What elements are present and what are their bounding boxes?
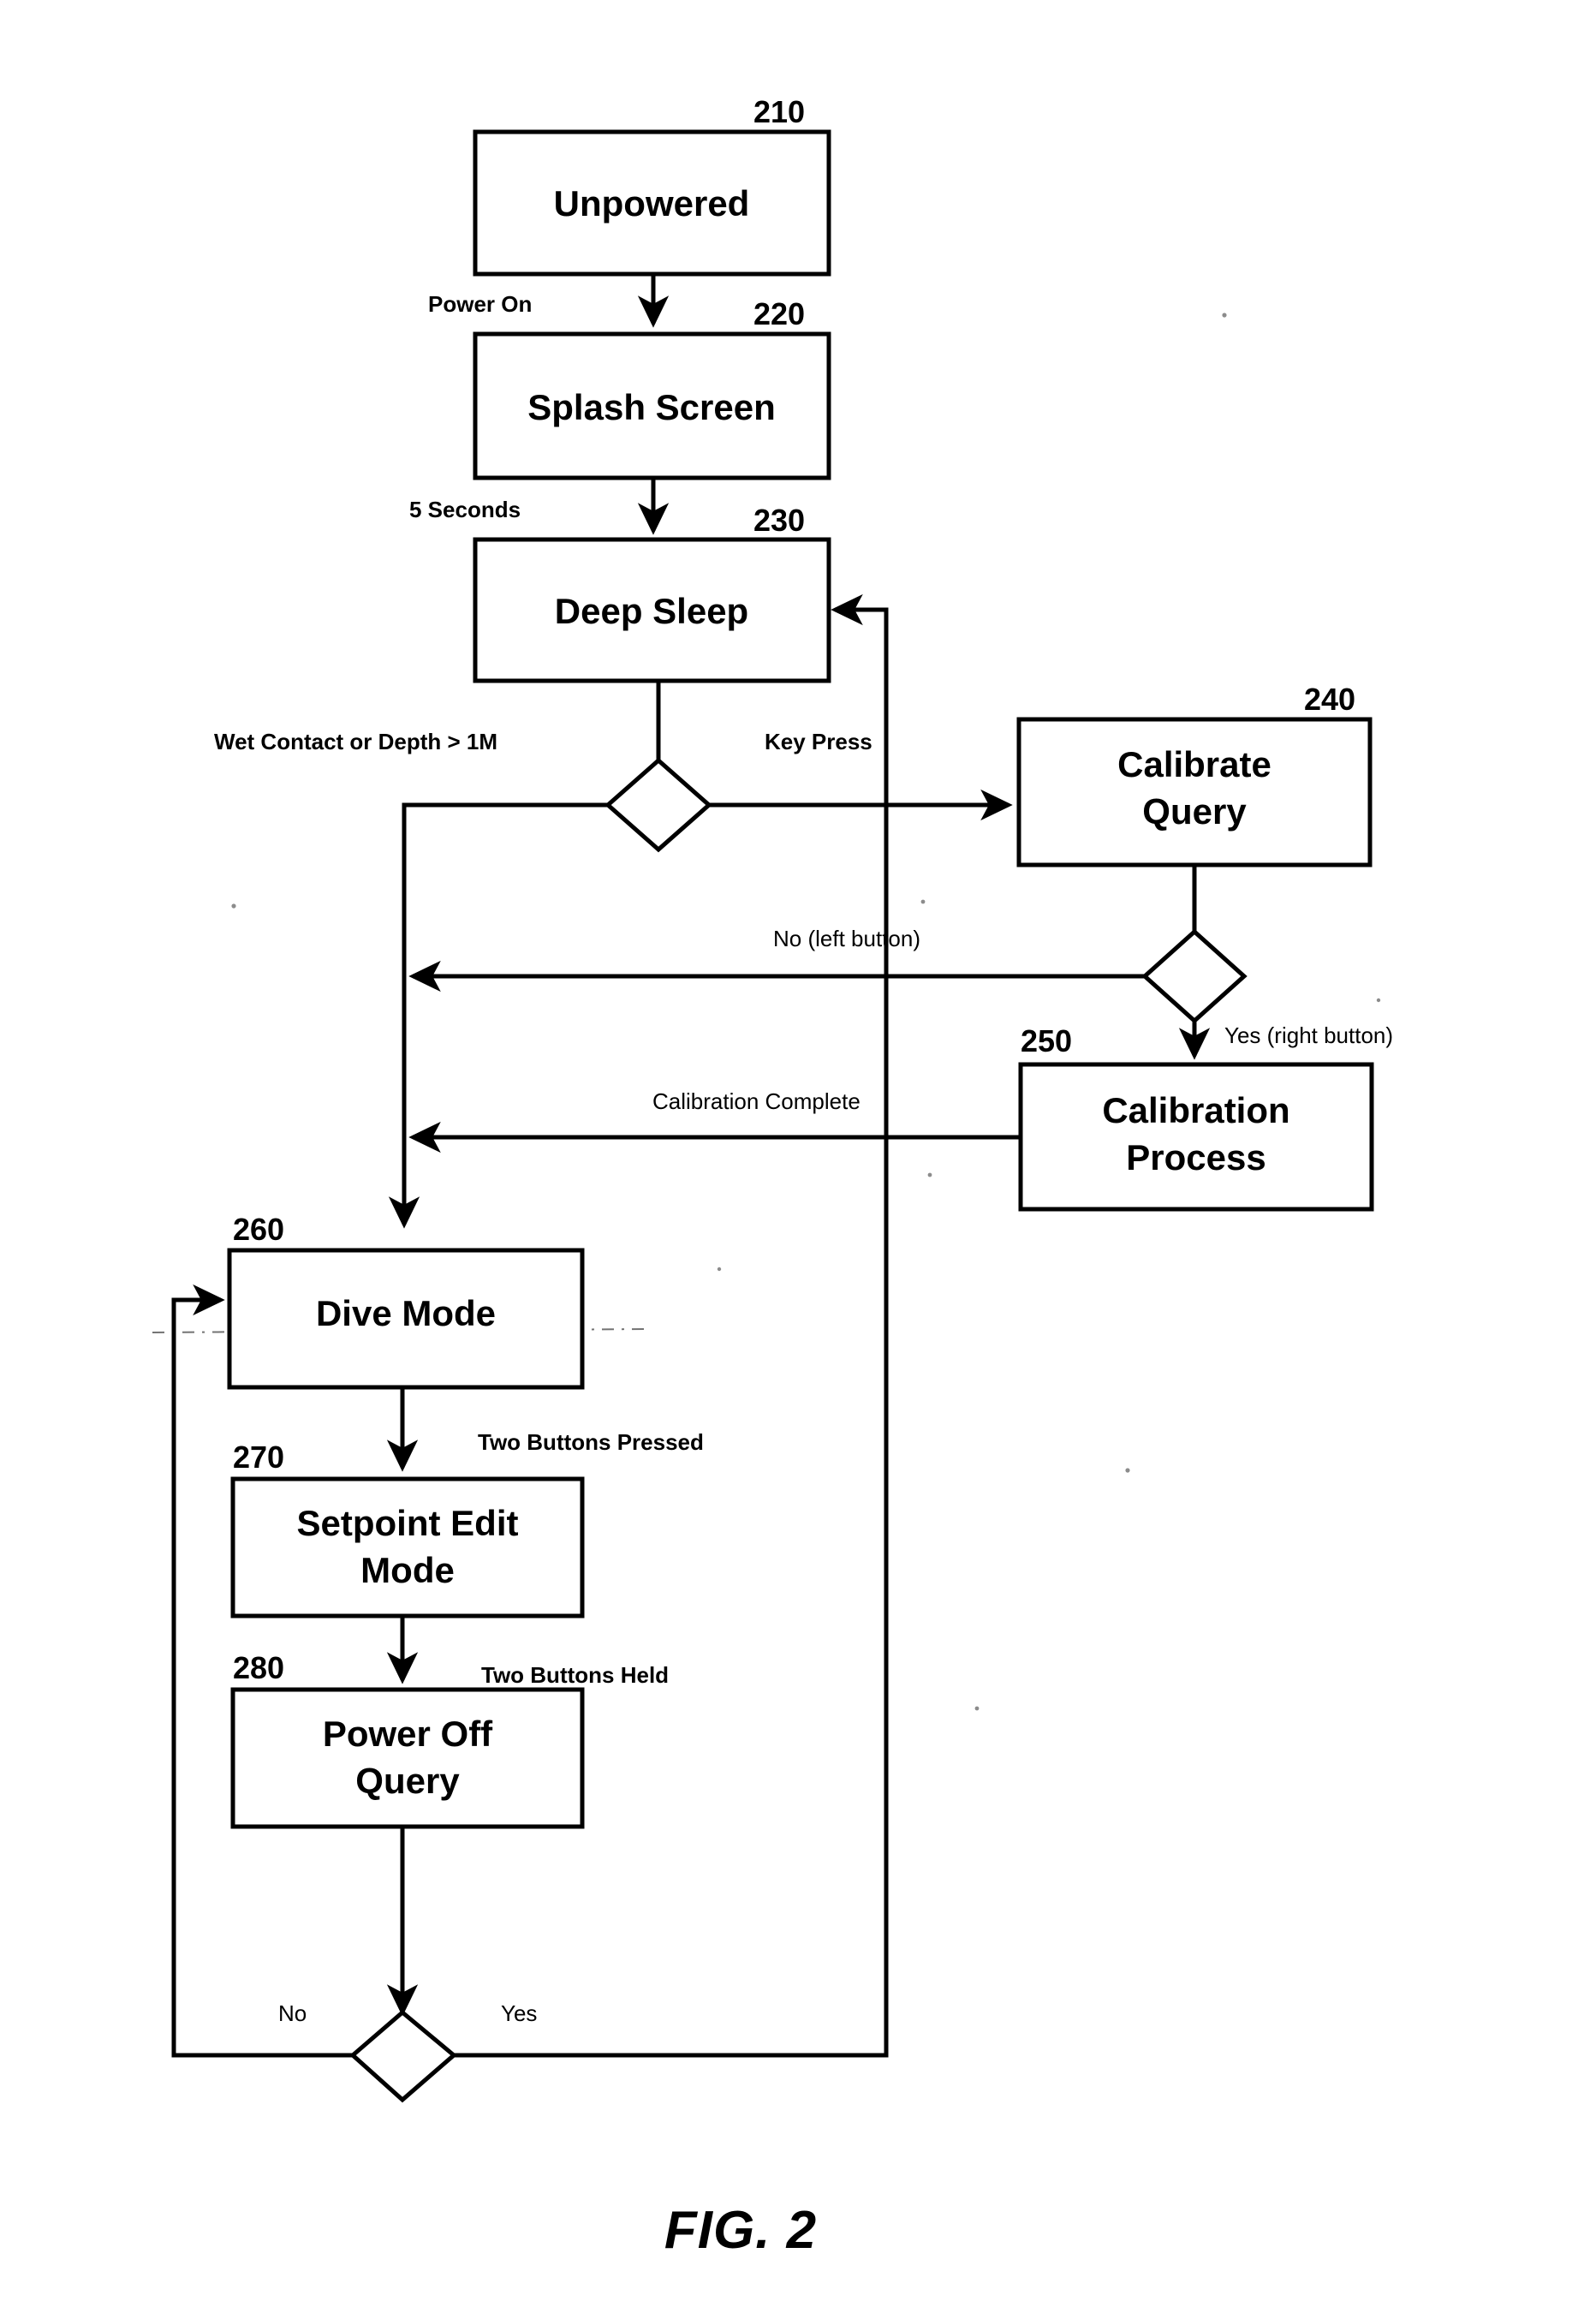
node-210-unpowered[interactable]: Unpowered 210	[473, 94, 831, 277]
node-260-label: Dive Mode	[316, 1293, 496, 1333]
label-no: No	[278, 2000, 307, 2026]
decision-3-diamond[interactable]	[349, 2009, 457, 2103]
node-210-label: Unpowered	[554, 183, 750, 224]
node-280-label-line1: Power Off	[323, 1714, 493, 1754]
ref-270: 270	[233, 1440, 284, 1475]
node-240-calibrate-query[interactable]: Calibrate Query 240	[1016, 682, 1373, 867]
ref-240: 240	[1304, 682, 1355, 717]
label-power-on: Power On	[428, 291, 532, 317]
flowchart-canvas: Unpowered 210 Splash Screen 220 Deep Sle…	[152, 94, 1393, 2260]
node-270-box[interactable]	[230, 1476, 585, 1618]
edge-wet-contact-branch	[388, 802, 608, 1229]
ref-220: 220	[753, 296, 805, 331]
figure-page: Unpowered 210 Splash Screen 220 Deep Sle…	[0, 0, 1596, 2307]
decision-3-power-off-confirm[interactable]	[349, 2009, 457, 2103]
label-no-left-button: No (left button)	[773, 926, 920, 951]
node-230-label: Deep Sleep	[555, 591, 748, 631]
node-240-label-line1: Calibrate	[1117, 744, 1271, 784]
decision-1-wake-source[interactable]	[604, 757, 712, 853]
node-270-label-line2: Mode	[360, 1550, 455, 1590]
node-240-label-line2: Query	[1142, 791, 1247, 832]
ref-250: 250	[1021, 1023, 1072, 1058]
node-260-dive-mode[interactable]: Dive Mode 260	[227, 1212, 585, 1390]
decision-2-calibrate-confirm[interactable]	[1141, 928, 1248, 1024]
label-five-seconds: 5 Seconds	[409, 497, 521, 522]
ref-260: 260	[233, 1212, 284, 1247]
node-250-label-line2: Process	[1126, 1137, 1265, 1177]
ref-210: 210	[753, 94, 805, 129]
decision-1-diamond[interactable]	[604, 757, 712, 853]
ref-280: 280	[233, 1650, 284, 1685]
node-250-label-line1: Calibration	[1102, 1090, 1289, 1130]
decision-2-diamond[interactable]	[1141, 928, 1248, 1024]
label-yes-right-button: Yes (right button)	[1224, 1022, 1393, 1048]
label-key-press: Key Press	[765, 729, 872, 754]
node-270-setpoint-edit-mode[interactable]: Setpoint Edit Mode 270	[230, 1440, 585, 1618]
label-yes: Yes	[501, 2000, 537, 2026]
label-calibration-complete: Calibration Complete	[652, 1088, 861, 1114]
label-wet-contact: Wet Contact or Depth > 1M	[214, 729, 497, 754]
ref-230: 230	[753, 503, 805, 538]
node-280-label-line2: Query	[355, 1761, 460, 1801]
label-two-buttons-pressed: Two Buttons Pressed	[478, 1429, 704, 1455]
node-270-label-line1: Setpoint Edit	[297, 1503, 519, 1543]
node-280-box[interactable]	[230, 1687, 585, 1829]
label-two-buttons-held: Two Buttons Held	[481, 1662, 669, 1688]
figure-caption: FIG. 2	[664, 2201, 817, 2260]
node-220-label: Splash Screen	[527, 387, 775, 427]
